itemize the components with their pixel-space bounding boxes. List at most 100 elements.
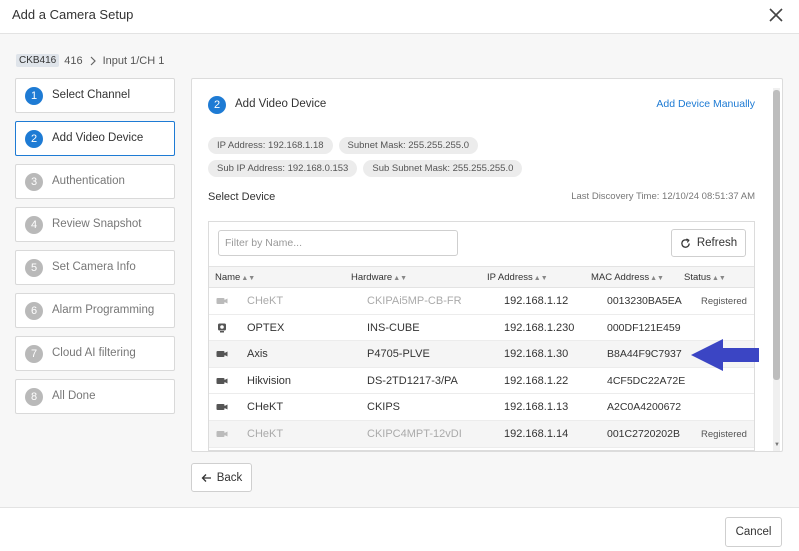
back-button[interactable]: Back [191,463,252,492]
cell-mac: 001C2720202B [607,427,680,440]
step-list: 1 Select Channel 2 Add Video Device 3 Authe… [15,78,175,422]
column-header-mac-address[interactable]: MAC Address▲▼ [591,272,664,283]
cell-name: OPTEX [247,321,285,334]
camera-icon [216,430,228,437]
camera-icon [216,351,228,358]
refresh-button[interactable]: Refresh [671,229,746,257]
breadcrumb-tag: CKB416 [16,54,60,67]
table-row[interactable]: CHeKT CKIPC4MPT-12vDI 192.168.1.14 001C2720… [209,420,754,448]
table-row[interactable]: Axis P4705-PLVE 192.168.1.30 B8A44F9C7937 [209,341,754,368]
device-table: Refresh Name▲▼ Hardware▲▼ IP Address▲▼ M… [208,221,755,451]
step-cloud-ai-filtering[interactable]: 7 Cloud AI filtering [15,336,175,371]
pointer-arrow-icon [691,339,759,371]
scroll-down-icon[interactable]: ▼ [774,442,780,448]
cell-ip: 192.168.1.22 [504,374,569,387]
panel-scrollbar[interactable]: ▼ [773,88,780,451]
cell-mac: 000DF121E459 [607,321,681,334]
cell-ip: 192.168.1.13 [504,401,569,414]
sort-icon: ▲▼ [650,275,664,282]
dialog-body: CKB416 416 Input 1/CH 1 1 Select Channel … [0,34,799,507]
cell-hardware: CKIPC4MPT-12vDI [367,427,462,440]
cancel-button[interactable]: Cancel [725,517,782,547]
dialog-title: Add a Camera Setup [12,7,134,22]
column-header-status[interactable]: Status▲▼ [684,272,726,283]
ip-address-chip: IP Address: 192.168.1.18 [208,137,333,154]
add-device-manually-link[interactable]: Add Device Manually [656,98,755,110]
table-row[interactable]: CHeKT CKIPAi5MP-CB-FR 192.168.1.12 0013230B… [209,288,754,315]
table-row[interactable]: CHeKT CKIPS 192.168.1.13 A2C0A4200672 [209,394,754,421]
step-number: 2 [25,130,43,148]
step-authentication[interactable]: 3 Authentication [15,164,175,199]
cell-hardware: P4705-PLVE [367,348,430,361]
column-header-name[interactable]: Name▲▼ [215,272,255,283]
add-camera-dialog: Add a Camera Setup CKB416 416 Input 1/CH… [0,0,799,551]
cell-mac: 0013230BA5EA [607,295,682,307]
step-label: All Done [52,390,96,402]
arrow-left-icon [201,473,211,482]
cell-name: CHeKT [247,401,284,414]
camera-icon [216,377,228,384]
close-icon[interactable] [766,5,786,25]
filter-input[interactable] [218,230,458,256]
breadcrumb-device: 416 [64,54,83,67]
step-set-camera-info[interactable]: 5 Set Camera Info [15,250,175,285]
step-number: 4 [25,216,43,234]
table-row[interactable]: Hikvision DS-2TD1217-3/PA 192.168.1.22 4CF5… [209,368,754,395]
step-select-channel[interactable]: 1 Select Channel [15,78,175,113]
table-body: CHeKT CKIPAi5MP-CB-FR 192.168.1.12 0013230B… [209,288,754,448]
cube-camera-icon [218,323,226,333]
step-number: 3 [25,173,43,191]
cell-hardware: INS-CUBE [367,321,420,334]
table-header: Name▲▼ Hardware▲▼ IP Address▲▼ MAC Addre… [209,266,754,288]
cell-name: CHeKT [247,427,284,440]
step-label: Cloud AI filtering [52,347,136,359]
add-video-device-panel: 2 Add Video Device Add Device Manually I… [191,78,783,452]
breadcrumb-input: Input 1/CH 1 [102,54,165,67]
last-discovery-time: Last Discovery Time: 12/10/24 08:51:37 A… [571,191,755,202]
cell-hardware: DS-2TD1217-3/PA [367,374,458,387]
cell-mac: 4CF5DC22A72E [607,374,686,387]
breadcrumb: CKB416 416 Input 1/CH 1 [16,54,164,67]
step-number: 6 [25,302,43,320]
table-row[interactable]: OPTEX INS-CUBE 192.168.1.230 000DF121E459 [209,315,754,342]
camera-icon [216,404,228,411]
cell-ip: 192.168.1.30 [504,348,569,361]
sub-subnet-mask-chip: Sub Subnet Mask: 255.255.255.0 [363,160,523,177]
cell-name: CHeKT [247,295,284,307]
step-number: 1 [25,87,43,105]
panel-step-number: 2 [208,96,226,114]
cell-mac: B8A44F9C7937 [607,348,682,361]
refresh-label: Refresh [696,237,738,249]
step-all-done[interactable]: 8 All Done [15,379,175,414]
step-label: Set Camera Info [52,261,136,273]
sort-icon: ▲▼ [241,275,256,282]
step-label: Select Channel [52,89,130,101]
step-add-video-device[interactable]: 2 Add Video Device [15,121,175,156]
sort-icon: ▲▼ [711,275,726,282]
camera-icon [216,298,228,304]
dialog-titlebar: Add a Camera Setup [0,0,799,34]
column-header-ip-address[interactable]: IP Address▲▼ [487,272,548,283]
select-device-label: Select Device [208,191,276,203]
step-label: Review Snapshot [52,218,142,230]
step-label: Alarm Programming [52,304,155,316]
cell-ip: 192.168.1.12 [504,295,569,307]
step-alarm-programming[interactable]: 6 Alarm Programming [15,293,175,328]
step-number: 5 [25,259,43,277]
cell-ip: 192.168.1.230 [504,321,575,334]
network-info: IP Address: 192.168.1.18 Subnet Mask: 25… [208,137,748,183]
cell-status: Registered [701,428,747,440]
cell-mac: A2C0A4200672 [607,401,682,414]
cell-name: Hikvision [247,374,292,387]
refresh-icon [681,237,690,248]
subnet-mask-chip: Subnet Mask: 255.255.255.0 [338,137,479,154]
scrollbar-thumb[interactable] [773,90,780,380]
cell-status: Registered [701,296,747,307]
step-review-snapshot[interactable]: 4 Review Snapshot [15,207,175,242]
back-label: Back [216,471,243,484]
column-header-hardware[interactable]: Hardware▲▼ [351,272,407,283]
step-number: 8 [25,388,43,406]
sub-ip-address-chip: Sub IP Address: 192.168.0.153 [208,160,358,177]
sort-icon: ▲▼ [393,275,408,282]
cell-hardware: CKIPS [367,401,401,414]
